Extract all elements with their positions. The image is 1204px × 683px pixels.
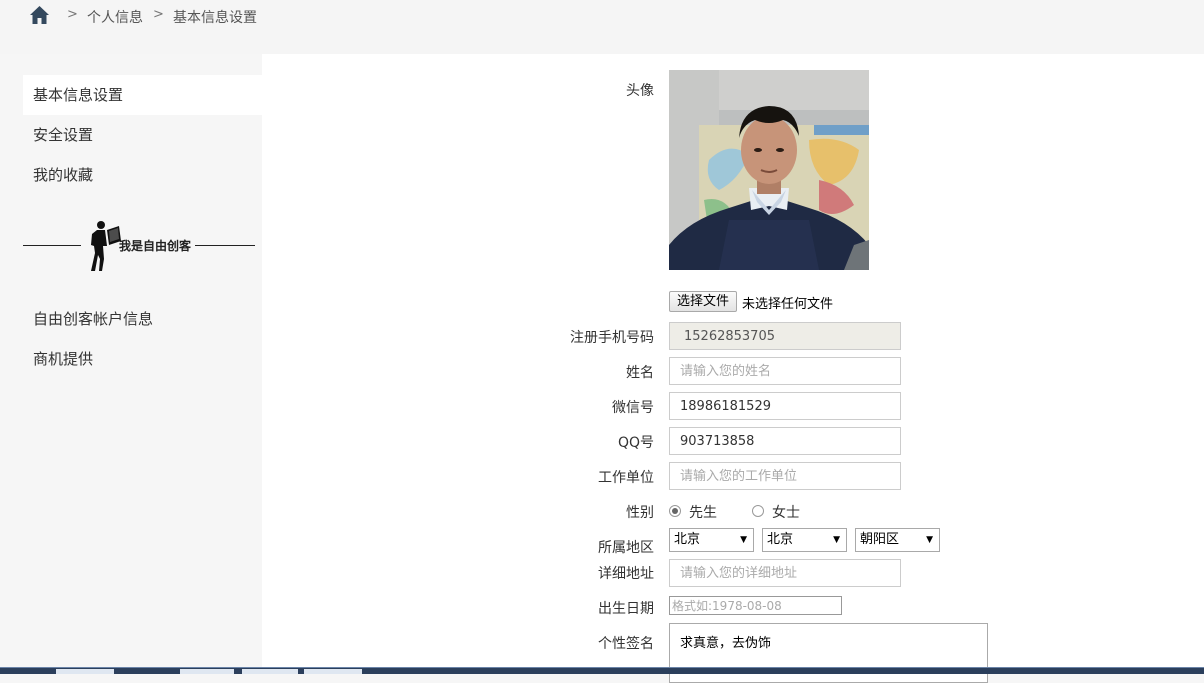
- home-icon[interactable]: [29, 5, 50, 25]
- avatar: [669, 70, 869, 270]
- address-input[interactable]: [669, 559, 901, 587]
- work-label: 工作单位: [598, 470, 654, 486]
- sidebar-item-basic-settings[interactable]: 基本信息设置: [23, 75, 262, 115]
- province-select[interactable]: 北京 ▼: [669, 528, 754, 552]
- address-label: 详细地址: [598, 566, 654, 582]
- breadcrumb-item-basic-settings: 基本信息设置: [173, 10, 257, 26]
- breadcrumb-item-personal-info[interactable]: 个人信息: [87, 7, 143, 27]
- breadcrumb: > 个人信息 > 基本信息设置: [0, 0, 1204, 54]
- gender-label-male[interactable]: 先生: [689, 502, 717, 522]
- city-select[interactable]: 北京 ▼: [762, 528, 847, 552]
- city-select-value: 北京: [767, 532, 794, 547]
- phone-field: [669, 322, 901, 350]
- taskbar-button[interactable]: [56, 669, 114, 674]
- profile-form: 头像 选择文件 未选择任何文件 注册手机号码 姓名: [262, 54, 1204, 683]
- gender-label: 性别: [626, 505, 654, 521]
- reading-person-icon: [91, 221, 121, 271]
- gender-radio-male[interactable]: [669, 505, 681, 517]
- chevron-down-icon: ▼: [833, 535, 840, 545]
- signature-label: 个性签名: [598, 636, 654, 652]
- chevron-down-icon: ▼: [926, 535, 933, 545]
- maker-divider: 我是自由创客: [23, 219, 255, 275]
- district-select-value: 朝阳区: [860, 532, 900, 547]
- avatar-photo: [669, 70, 869, 270]
- breadcrumb-separator: >: [67, 7, 78, 22]
- qq-label: QQ号: [617, 435, 654, 451]
- gender-radio-female[interactable]: [752, 505, 764, 517]
- birth-date-input[interactable]: [669, 596, 842, 615]
- wechat-label: 微信号: [612, 400, 654, 416]
- sidebar-item-security[interactable]: 安全设置: [23, 115, 262, 155]
- taskbar-button[interactable]: [304, 669, 362, 674]
- avatar-label: 头像: [626, 83, 654, 99]
- sidebar-item-maker-account[interactable]: 自由创客帐户信息: [23, 299, 262, 339]
- divider-line-left: [23, 245, 81, 246]
- phone-label: 注册手机号码: [570, 330, 654, 346]
- taskbar-button[interactable]: [242, 669, 298, 674]
- breadcrumb-separator: >: [153, 7, 164, 22]
- province-select-value: 北京: [674, 532, 701, 547]
- choose-file-button[interactable]: 选择文件: [669, 291, 738, 312]
- file-status-text: 未选择任何文件: [742, 297, 834, 312]
- sidebar: 基本信息设置 安全设置 我的收藏 我是自由创客 自由创客帐户信息 商机提供: [0, 54, 262, 673]
- qq-input[interactable]: [669, 427, 901, 455]
- birth-label: 出生日期: [598, 601, 654, 617]
- divider-line-right: [195, 245, 255, 246]
- name-label: 姓名: [626, 365, 654, 381]
- sidebar-item-favorites[interactable]: 我的收藏: [23, 155, 262, 195]
- name-input[interactable]: [669, 357, 901, 385]
- region-label: 所属地区: [598, 540, 654, 556]
- gender-label-female[interactable]: 女士: [772, 502, 800, 522]
- signature-textarea[interactable]: 求真意，去伪饰: [669, 623, 988, 683]
- sidebar-item-business-opportunity[interactable]: 商机提供: [23, 339, 262, 379]
- wechat-input[interactable]: [669, 392, 901, 420]
- chevron-down-icon: ▼: [740, 535, 747, 545]
- district-select[interactable]: 朝阳区 ▼: [855, 528, 940, 552]
- work-unit-input[interactable]: [669, 462, 901, 490]
- divider-text: 我是自由创客: [119, 239, 192, 253]
- taskbar-button[interactable]: [180, 669, 234, 674]
